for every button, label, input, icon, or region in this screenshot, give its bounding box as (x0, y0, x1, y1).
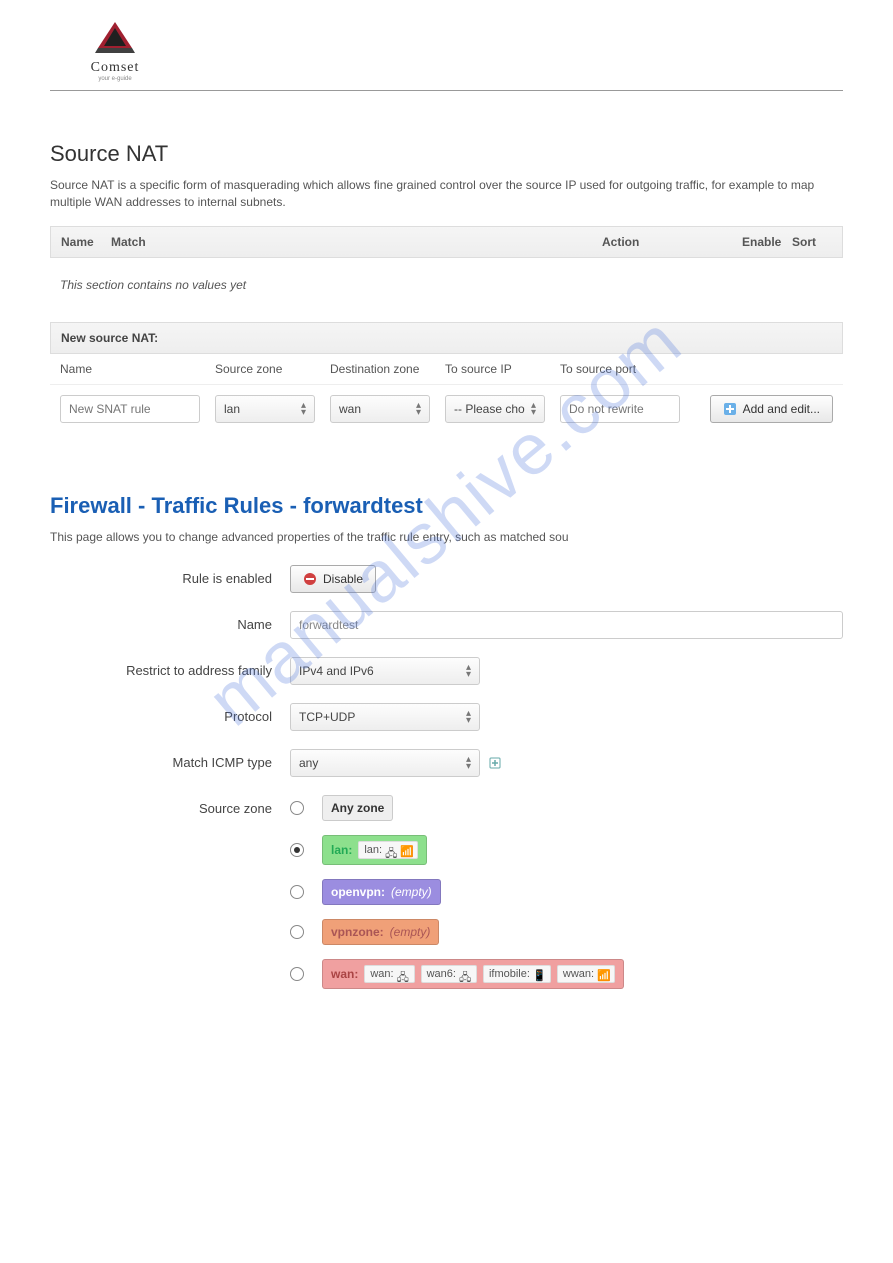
label-to-source-port: To source port (560, 362, 680, 376)
dropdown-arrows-icon: ▴▾ (301, 402, 306, 416)
zone-wan-badge: wan: wan: 🖧 wan6: 🖧 ifmobile: 📱 wwan: 📶 (322, 959, 624, 989)
protocol-value: TCP+UDP (299, 710, 355, 724)
wifi-icon: 📶 (400, 845, 412, 855)
label-protocol: Protocol (50, 703, 290, 724)
zone-lan-badge: lan: lan: 🖧 📶 (322, 835, 427, 865)
iface-ifmobile: ifmobile: 📱 (483, 965, 551, 983)
col-sort: Sort (792, 235, 832, 249)
dropdown-arrows-icon: ▴▾ (416, 402, 421, 416)
label-source-zone: Source zone (50, 795, 290, 816)
col-enable: Enable (742, 235, 792, 249)
iface-wan6: wan6: 🖧 (421, 965, 477, 983)
zone-option-vpnzone[interactable]: vpnzone: (empty) (290, 919, 843, 945)
page-header: Comset your e-guide (50, 20, 843, 91)
ethernet-icon: 🖧 (459, 969, 471, 979)
new-snat-labels: Name Source zone Destination zone To sou… (50, 354, 843, 385)
col-match: Match (111, 235, 602, 249)
rule-title: Firewall - Traffic Rules - forwardtest (50, 493, 843, 519)
add-icon (723, 402, 737, 416)
snat-dst-zone-value: wan (339, 402, 361, 416)
ethernet-icon: 🖧 (385, 845, 397, 855)
label-address-family: Restrict to address family (50, 657, 290, 678)
zone-vpnzone-label: vpnzone: (331, 925, 384, 939)
zone-option-wan[interactable]: wan: wan: 🖧 wan6: 🖧 ifmobile: 📱 wwan: 📶 (290, 959, 843, 989)
zone-lan-label: lan: (331, 843, 352, 857)
zone-vpnzone-badge: vpnzone: (empty) (322, 919, 439, 945)
add-button-label: Add and edit... (743, 402, 820, 416)
ethernet-icon: 🖧 (397, 969, 409, 979)
zone-any-label: Any zone (322, 795, 393, 821)
snat-name-input[interactable] (60, 395, 200, 423)
snat-src-zone-value: lan (224, 402, 240, 416)
disable-icon (303, 572, 317, 586)
snat-description: Source NAT is a specific form of masquer… (50, 177, 843, 211)
snat-empty-message: This section contains no values yet (50, 258, 843, 322)
radio-any[interactable] (290, 801, 304, 815)
wifi-icon: 📶 (597, 969, 609, 979)
col-action: Action (602, 235, 742, 249)
source-zone-list: Any zone lan: lan: 🖧 📶 (290, 795, 843, 989)
dropdown-arrows-icon: ▴▾ (466, 664, 471, 678)
brand-name: Comset (91, 60, 140, 76)
brand-tagline: your e-guide (98, 76, 131, 82)
rule-name-input[interactable] (290, 611, 843, 639)
label-rule-enabled: Rule is enabled (50, 565, 290, 586)
logo-icon (90, 20, 140, 56)
disable-button[interactable]: Disable (290, 565, 376, 593)
icmp-type-select[interactable]: any ▴▾ (290, 749, 480, 777)
snat-port-input[interactable] (560, 395, 680, 423)
zone-openvpn-label: openvpn: (331, 885, 385, 899)
zone-vpnzone-empty: (empty) (390, 925, 431, 939)
snat-source-ip-value: -- Please cho (454, 402, 525, 416)
address-family-select[interactable]: IPv4 and IPv6 ▴▾ (290, 657, 480, 685)
snat-dst-zone-select[interactable]: wan ▴▾ (330, 395, 430, 423)
label-rule-name: Name (50, 611, 290, 632)
zone-option-openvpn[interactable]: openvpn: (empty) (290, 879, 843, 905)
zone-openvpn-badge: openvpn: (empty) (322, 879, 441, 905)
dropdown-arrows-icon: ▴▾ (531, 402, 536, 416)
dropdown-arrows-icon: ▴▾ (466, 710, 471, 724)
new-snat-header: New source NAT: (50, 322, 843, 354)
label-src-zone: Source zone (215, 362, 315, 376)
col-name: Name (61, 235, 111, 249)
disable-button-label: Disable (323, 572, 363, 586)
radio-wan[interactable] (290, 967, 304, 981)
iface-wan: wan: 🖧 (364, 965, 414, 983)
zone-option-any[interactable]: Any zone (290, 795, 843, 821)
address-family-value: IPv4 and IPv6 (299, 664, 374, 678)
label-to-source-ip: To source IP (445, 362, 545, 376)
snat-title: Source NAT (50, 141, 843, 167)
iface-lan: lan: 🖧 📶 (358, 841, 418, 859)
icmp-type-value: any (299, 756, 318, 770)
radio-vpnzone[interactable] (290, 925, 304, 939)
label-icmp-type: Match ICMP type (50, 749, 290, 770)
radio-lan[interactable] (290, 843, 304, 857)
snat-source-ip-select[interactable]: -- Please cho ▴▾ (445, 395, 545, 423)
snat-table-header: Name Match Action Enable Sort (50, 226, 843, 258)
label-name: Name (60, 362, 200, 376)
zone-openvpn-empty: (empty) (391, 885, 432, 899)
brand-logo: Comset your e-guide (70, 20, 160, 82)
radio-openvpn[interactable] (290, 885, 304, 899)
zone-wan-label: wan: (331, 967, 358, 981)
add-item-icon[interactable] (488, 756, 502, 770)
rule-description: This page allows you to change advanced … (50, 529, 843, 546)
add-and-edit-button[interactable]: Add and edit... (710, 395, 833, 423)
snat-src-zone-select[interactable]: lan ▴▾ (215, 395, 315, 423)
label-dst-zone: Destination zone (330, 362, 430, 376)
zone-option-lan[interactable]: lan: lan: 🖧 📶 (290, 835, 843, 865)
iface-wwan: wwan: 📶 (557, 965, 615, 983)
protocol-select[interactable]: TCP+UDP ▴▾ (290, 703, 480, 731)
new-snat-form: lan ▴▾ wan ▴▾ -- Please cho ▴▾ Add and e… (50, 385, 843, 433)
dropdown-arrows-icon: ▴▾ (466, 756, 471, 770)
mobile-icon: 📱 (533, 969, 545, 979)
